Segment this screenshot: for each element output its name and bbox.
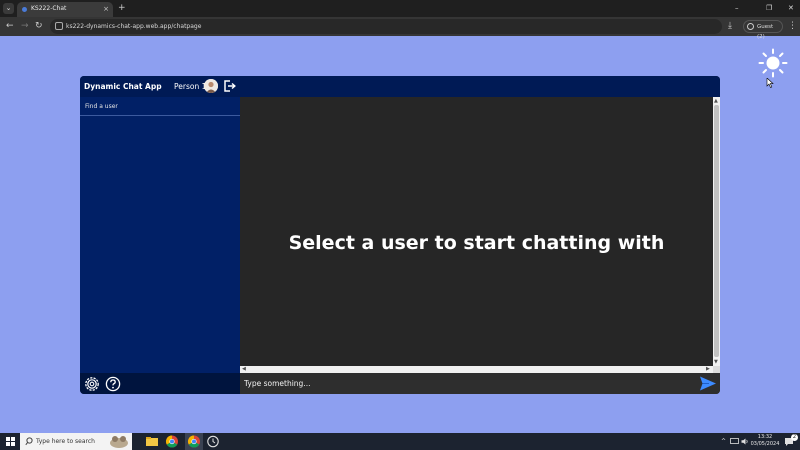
search-highlight-icon xyxy=(110,436,128,448)
active-app-highlight[interactable] xyxy=(185,433,203,450)
mouse-cursor-icon xyxy=(766,78,774,88)
browser-tab-bar: ⌄ KS222-Chat × + – ❐ ✕ xyxy=(0,0,800,17)
logout-icon[interactable] xyxy=(222,79,236,93)
clock-date[interactable]: 03/05/2024 xyxy=(748,441,782,448)
download-icon[interactable]: ⤓ xyxy=(728,21,732,32)
new-tab-button[interactable]: + xyxy=(118,2,126,14)
browser-toolbar: ← → ↻ ks222-dynamics-chat-app.web.app/ch… xyxy=(0,17,800,40)
site-info-icon[interactable] xyxy=(55,22,63,30)
tab-title: KS222-Chat xyxy=(31,5,67,12)
browser-tab[interactable]: KS222-Chat × xyxy=(17,2,113,17)
notification-count-badge: 2 xyxy=(791,434,798,441)
file-explorer-icon[interactable] xyxy=(145,435,159,448)
forward-button[interactable]: → xyxy=(21,21,29,32)
reload-button[interactable]: ↻ xyxy=(35,21,43,32)
current-user-name: Person 1 xyxy=(174,82,207,91)
sidebar: Dynamic Chat App Person 1 Find a user xyxy=(80,76,240,394)
url-text: ks222-dynamics-chat-app.web.app/chatpage xyxy=(66,23,202,30)
horizontal-scrollbar[interactable]: ◀ ▶ xyxy=(240,366,713,373)
question-icon[interactable] xyxy=(105,376,121,392)
profile-icon xyxy=(747,23,754,30)
tray-expand-icon[interactable]: ^ xyxy=(721,438,726,445)
windows-start-icon[interactable] xyxy=(6,437,15,446)
send-icon[interactable] xyxy=(699,375,717,392)
scroll-up-icon[interactable]: ▲ xyxy=(714,98,718,104)
find-user-search[interactable]: Find a user xyxy=(80,97,240,116)
tab-search-button[interactable]: ⌄ xyxy=(3,3,14,14)
empty-chat-message: Select a user to start chatting with xyxy=(288,232,665,254)
find-user-label: Find a user xyxy=(85,103,118,110)
profile-label: Guest (2) xyxy=(757,24,774,40)
compose-bar xyxy=(240,373,720,394)
taskbar-search[interactable]: Type here to search xyxy=(20,433,132,450)
scroll-right-icon[interactable]: ▶ xyxy=(706,366,710,373)
profile-button[interactable]: Guest (2) xyxy=(743,20,783,40)
clock-time[interactable]: 13:32 xyxy=(752,434,778,441)
network-icon[interactable] xyxy=(730,438,739,445)
message-area: Select a user to start chatting with xyxy=(240,97,713,366)
minimize-button[interactable]: – xyxy=(735,2,739,14)
scrollbar-thumb[interactable] xyxy=(714,105,719,357)
sidebar-header: Dynamic Chat App Person 1 xyxy=(80,76,240,97)
scroll-down-icon[interactable]: ▼ xyxy=(714,359,718,365)
tab-close-button[interactable]: × xyxy=(103,4,109,14)
clock-app-icon[interactable] xyxy=(206,435,220,448)
message-input[interactable] xyxy=(244,376,694,391)
scroll-left-icon[interactable]: ◀ xyxy=(242,366,246,373)
sun-icon[interactable] xyxy=(758,48,788,78)
chrome-icon[interactable] xyxy=(165,435,179,448)
favicon-icon xyxy=(22,7,27,12)
os-taskbar: Type here to search ^ 13:32 03/05/2024 2 xyxy=(0,433,800,450)
address-bar[interactable]: ks222-dynamics-chat-app.web.app/chatpage xyxy=(50,19,722,34)
app-title: Dynamic Chat App xyxy=(84,82,162,91)
search-icon xyxy=(25,437,33,446)
search-placeholder: Type here to search xyxy=(36,438,95,445)
avatar-icon[interactable] xyxy=(204,79,218,93)
chat-app-window: Dynamic Chat App Person 1 Find a user Se… xyxy=(80,76,720,394)
chat-panel: Select a user to start chatting with ▲ ▼… xyxy=(240,76,720,394)
scrollbar-corner xyxy=(713,366,720,373)
back-button[interactable]: ← xyxy=(6,21,14,32)
browser-menu-button[interactable]: ⋮ xyxy=(788,21,797,32)
sidebar-footer xyxy=(80,373,240,394)
restore-button[interactable]: ❐ xyxy=(766,2,772,14)
chat-header xyxy=(240,76,720,97)
chrome-active-icon xyxy=(187,435,200,448)
window-close-button[interactable]: ✕ xyxy=(788,2,794,14)
gear-icon[interactable] xyxy=(84,376,100,392)
vertical-scrollbar[interactable]: ▲ ▼ xyxy=(713,97,720,366)
